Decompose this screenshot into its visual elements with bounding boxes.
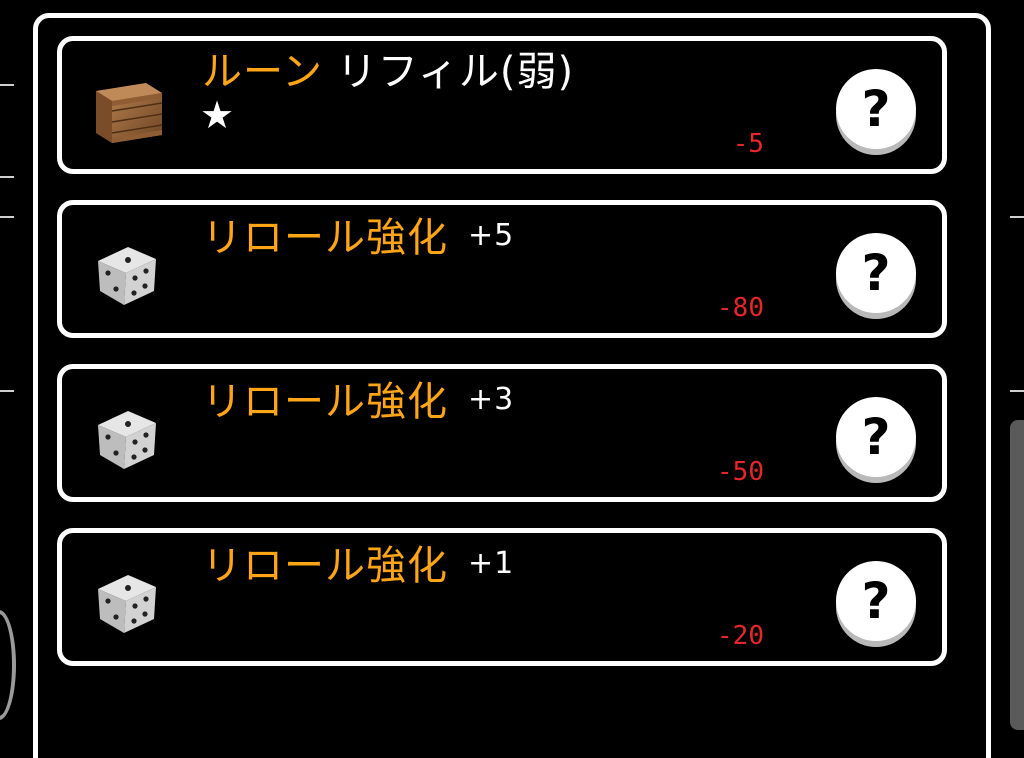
shop-item-reroll-upgrade[interactable]: リロール強化 +3 -50 ? — [57, 364, 947, 502]
edge-tick — [0, 390, 14, 392]
crate-icon — [96, 83, 163, 143]
help-button[interactable]: ? — [836, 69, 916, 149]
item-cost: -80 — [717, 293, 764, 323]
star-rating: ★ — [200, 93, 235, 137]
item-level: +3 — [468, 382, 515, 417]
shop-item-reroll-upgrade[interactable]: リロール強化 +1 -20 ? — [57, 528, 947, 666]
item-name: リロール強化 — [202, 543, 448, 589]
item-title: リロール強化 +3 — [202, 375, 514, 427]
question-mark-icon: ? — [861, 572, 891, 630]
question-mark-icon: ? — [861, 244, 891, 302]
question-mark-icon: ? — [861, 80, 891, 138]
dice-icon — [98, 411, 156, 469]
edge-tick — [1010, 216, 1024, 218]
background-scroll-bar — [1010, 420, 1024, 730]
shop-item-rune-refill[interactable]: ルーン リフィル(弱) ★ -5 ? — [57, 36, 947, 174]
edge-tick — [0, 84, 14, 86]
help-button[interactable]: ? — [836, 561, 916, 641]
edge-tick — [0, 216, 14, 218]
item-title: リロール強化 +5 — [202, 211, 514, 263]
game-screen: ルーン リフィル(弱) ★ -5 ? リロール強化 +5 -80 ? リロール強… — [0, 0, 1024, 758]
item-name: ルーン — [202, 49, 323, 95]
item-subname: リフィル(弱) — [323, 49, 575, 95]
item-title: ルーン リフィル(弱) — [202, 47, 574, 97]
help-button[interactable]: ? — [836, 233, 916, 313]
dice-icon — [98, 247, 156, 305]
question-mark-icon: ? — [861, 408, 891, 466]
background-arc — [0, 610, 16, 720]
item-level: +1 — [468, 546, 515, 581]
item-cost: -20 — [717, 621, 764, 651]
item-title: リロール強化 +1 — [202, 539, 514, 591]
edge-tick — [1010, 390, 1024, 392]
item-cost: -5 — [732, 129, 764, 159]
edge-tick — [0, 176, 14, 178]
item-cost: -50 — [717, 457, 764, 487]
item-level: +5 — [468, 218, 515, 253]
item-name: リロール強化 — [202, 215, 448, 261]
help-button[interactable]: ? — [836, 397, 916, 477]
dice-icon — [98, 575, 156, 633]
item-name: リロール強化 — [202, 379, 448, 425]
shop-item-reroll-upgrade[interactable]: リロール強化 +5 -80 ? — [57, 200, 947, 338]
